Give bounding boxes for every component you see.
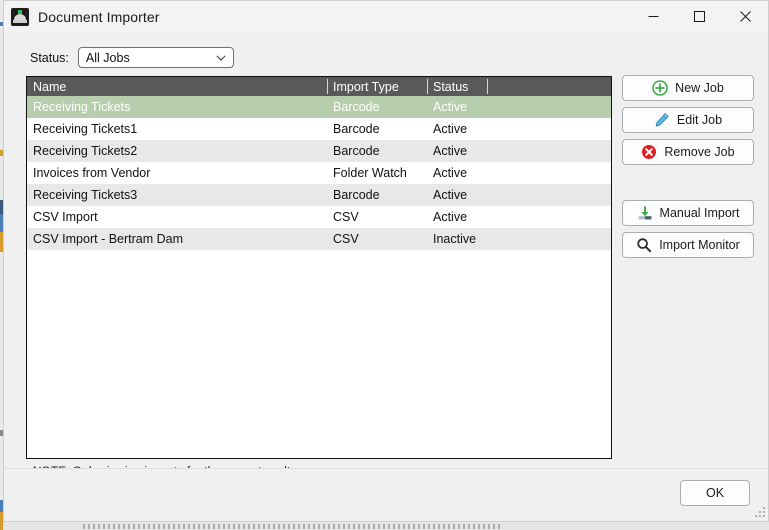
cell-name: CSV Import — [33, 210, 98, 224]
column-header-name[interactable]: Name — [27, 77, 327, 96]
cell-import-type: CSV — [333, 232, 359, 246]
edit-job-button[interactable]: Edit Job — [622, 107, 754, 133]
window-title: Document Importer — [38, 8, 160, 25]
cell-import-type: Barcode — [333, 188, 380, 202]
jobs-list-header: Name Import Type Status — [27, 77, 611, 96]
cell-status: Active — [433, 188, 468, 202]
table-row[interactable]: Receiving Tickets1 Barcode Active — [27, 118, 611, 140]
edit-job-label: Edit Job — [676, 113, 723, 127]
new-job-label: New Job — [675, 81, 724, 95]
new-job-button[interactable]: New Job — [622, 75, 754, 101]
cell-import-type: Barcode — [333, 100, 380, 114]
status-filter-select[interactable]: All Jobs — [77, 47, 234, 68]
table-row[interactable]: Receiving Tickets Barcode Active — [27, 96, 611, 118]
search-icon — [637, 238, 652, 253]
plus-circle-icon — [652, 80, 668, 96]
table-row[interactable]: Receiving Tickets3 Barcode Active — [27, 184, 611, 206]
import-monitor-label: Import Monitor — [659, 238, 740, 252]
table-row[interactable]: Invoices from Vendor Folder Watch Active — [27, 162, 611, 184]
cell-status: Active — [433, 122, 468, 136]
manual-import-label: Manual Import — [659, 206, 740, 220]
column-header-import-type[interactable]: Import Type — [327, 77, 427, 96]
close-button[interactable] — [722, 1, 768, 32]
cell-name: CSV Import - Bertram Dam — [33, 232, 184, 246]
remove-job-button[interactable]: Remove Job — [622, 139, 754, 165]
minimize-icon — [648, 16, 658, 17]
status-filter-label: Status: — [30, 50, 69, 65]
jobs-list[interactable]: Name Import Type Status Receiving Ticket… — [26, 76, 612, 459]
maximize-button[interactable] — [676, 1, 722, 32]
column-header-status[interactable]: Status — [427, 77, 487, 96]
cell-name: Receiving Tickets1 — [33, 122, 138, 136]
cell-status: Inactive — [433, 232, 477, 246]
ok-button[interactable]: OK — [680, 480, 750, 506]
column-header-spacer — [487, 77, 611, 96]
window-controls — [630, 1, 768, 32]
ok-button-label: OK — [705, 486, 725, 500]
chevron-down-icon — [216, 54, 226, 61]
cell-name: Receiving Tickets2 — [33, 144, 138, 158]
cell-status: Active — [433, 210, 468, 224]
title-bar: Document Importer — [4, 1, 768, 33]
background-text-blur — [83, 524, 503, 529]
table-row[interactable]: Receiving Tickets2 Barcode Active — [27, 140, 611, 162]
button-group-separator — [622, 171, 754, 200]
maximize-icon — [693, 11, 705, 22]
cell-status: Active — [433, 144, 468, 158]
cell-name: Invoices from Vendor — [33, 166, 151, 180]
dialog-body: Status: All Jobs Name Import Type Status… — [4, 33, 768, 478]
resize-grip[interactable] — [754, 507, 765, 518]
close-icon — [739, 11, 751, 22]
minimize-button[interactable] — [630, 1, 676, 32]
cell-import-type: Folder Watch — [333, 166, 407, 180]
import-monitor-button[interactable]: Import Monitor — [622, 232, 754, 258]
cell-import-type: CSV — [333, 210, 359, 224]
status-filter-value: All Jobs — [85, 50, 130, 65]
dialog-footer: OK — [4, 468, 768, 521]
document-importer-window: Document Importer Status: All Jobs Name … — [3, 0, 769, 522]
table-row[interactable]: CSV Import - Bertram Dam CSV Inactive — [27, 228, 611, 250]
cell-name: Receiving Tickets — [33, 100, 131, 114]
manual-import-button[interactable]: Manual Import — [622, 200, 754, 226]
jobs-list-rows: Receiving Tickets Barcode Active Receiving … — [27, 96, 611, 250]
pencil-icon — [655, 113, 669, 127]
cell-import-type: Barcode — [333, 144, 380, 158]
cell-status: Active — [433, 100, 468, 114]
cell-import-type: Barcode — [333, 122, 380, 136]
table-row[interactable]: CSV Import CSV Active — [27, 206, 611, 228]
status-filter-row: Status: All Jobs — [30, 47, 234, 68]
background-taskbar — [3, 521, 769, 530]
cell-status: Active — [433, 166, 468, 180]
cell-name: Receiving Tickets3 — [33, 188, 138, 202]
action-button-column: New Job Edit Job Remove Job Manual Impor… — [622, 75, 754, 264]
remove-job-label: Remove Job — [664, 145, 735, 159]
app-icon — [11, 7, 29, 26]
download-tray-icon — [638, 206, 651, 220]
remove-circle-icon — [642, 145, 657, 159]
